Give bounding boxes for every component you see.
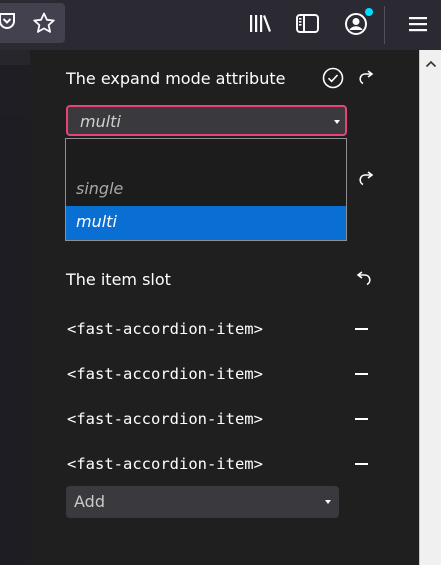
remove-item-icon[interactable] <box>355 373 368 375</box>
expand-mode-label: The expand mode attribute <box>66 69 286 88</box>
undo-icon[interactable] <box>356 268 374 288</box>
dropdown-option-label: multi <box>76 212 117 231</box>
slot-item: <fast-accordion-item> <box>67 365 263 383</box>
toolbar-separator <box>384 6 385 44</box>
library-icon[interactable] <box>246 10 274 38</box>
check-circle-icon[interactable] <box>322 67 344 89</box>
vertical-scrollbar[interactable] <box>419 50 441 565</box>
add-item-select[interactable]: Add <box>66 486 339 518</box>
dropdown-option-empty[interactable] <box>66 139 346 173</box>
page-header-strip <box>0 65 30 115</box>
chevron-down-icon <box>334 120 340 124</box>
redo-icon[interactable] <box>356 67 374 87</box>
url-bar[interactable] <box>0 3 65 43</box>
notification-badge <box>365 8 373 16</box>
remove-item-icon[interactable] <box>355 463 368 465</box>
scroll-up-button[interactable] <box>420 53 441 75</box>
slot-item: <fast-accordion-item> <box>67 455 263 473</box>
dropdown-option-multi[interactable]: multi <box>66 206 346 240</box>
expand-mode-select[interactable]: multi <box>66 105 347 136</box>
chevron-down-icon <box>325 500 331 504</box>
page-body-strip <box>0 115 30 565</box>
slot-item: <fast-accordion-item> <box>67 320 263 338</box>
chevron-up-icon <box>425 60 436 68</box>
slot-item: <fast-accordion-item> <box>67 410 263 428</box>
remove-item-icon[interactable] <box>355 418 368 420</box>
sidebar-icon[interactable] <box>294 10 322 38</box>
menu-icon[interactable] <box>404 10 432 38</box>
dropdown-option-label: single <box>76 179 124 198</box>
browser-toolbar <box>0 0 441 50</box>
bookmark-star-icon[interactable] <box>32 12 56 34</box>
expand-mode-select-value: multi <box>80 112 121 131</box>
expand-mode-dropdown: single multi <box>65 138 347 241</box>
item-slot-label: The item slot <box>66 270 171 289</box>
pocket-icon[interactable] <box>0 12 16 32</box>
remove-item-icon[interactable] <box>355 328 368 330</box>
add-item-select-value: Add <box>74 492 105 511</box>
redo-icon[interactable] <box>356 168 374 188</box>
dropdown-option-single[interactable]: single <box>66 173 346 207</box>
